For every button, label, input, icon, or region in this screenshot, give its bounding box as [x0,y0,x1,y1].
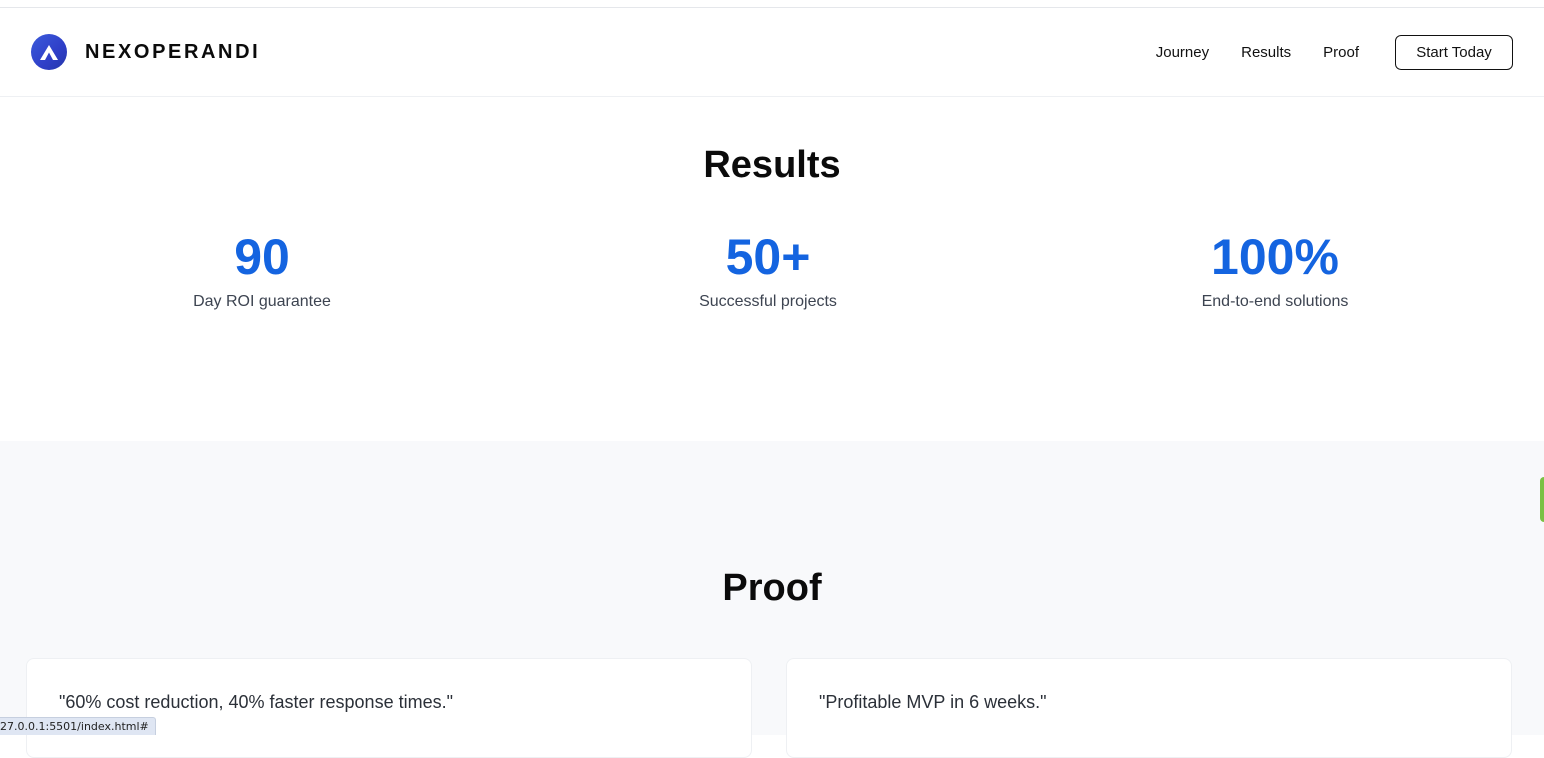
browser-status-bar: 27.0.0.1:5501/index.html# [0,717,156,735]
nav-link-results[interactable]: Results [1241,44,1291,61]
stat-label: End-to-end solutions [1075,293,1475,311]
stat-value: 90 [62,231,462,283]
site-header: NEXOPERANDI Journey Results Proof Start … [0,8,1544,97]
proof-title: Proof [0,567,1544,610]
main-nav: Journey Results Proof Start Today [1156,35,1513,70]
brand[interactable]: NEXOPERANDI [31,34,260,70]
start-today-button[interactable]: Start Today [1395,35,1513,70]
window-top-strip [0,0,1544,8]
stat-value: 50+ [568,231,968,283]
side-feedback-tab[interactable] [1540,477,1544,522]
logo-icon [31,34,67,70]
proof-section: Proof "60% cost reduction, 40% faster re… [0,441,1544,735]
stat-label: Successful projects [568,293,968,311]
results-title: Results [0,144,1544,187]
status-url: 27.0.0.1:5501/index.html# [0,720,149,733]
nav-link-journey[interactable]: Journey [1156,44,1209,61]
stat-value: 100% [1075,231,1475,283]
brand-name: NEXOPERANDI [85,41,260,64]
results-section: Results 90 Day ROI guarantee 50+ Success… [0,98,1544,441]
testimonial-quote: "Profitable MVP in 6 weeks." [819,692,1479,713]
stat-projects: 50+ Successful projects [568,231,968,311]
nav-link-proof[interactable]: Proof [1323,44,1359,61]
testimonial-quote: "60% cost reduction, 40% faster response… [59,692,719,713]
stat-label: Day ROI guarantee [62,293,462,311]
stat-solutions: 100% End-to-end solutions [1075,231,1475,311]
stat-roi: 90 Day ROI guarantee [62,231,462,311]
testimonial-card: "60% cost reduction, 40% faster response… [26,658,752,758]
testimonial-card: "Profitable MVP in 6 weeks." [786,658,1512,758]
